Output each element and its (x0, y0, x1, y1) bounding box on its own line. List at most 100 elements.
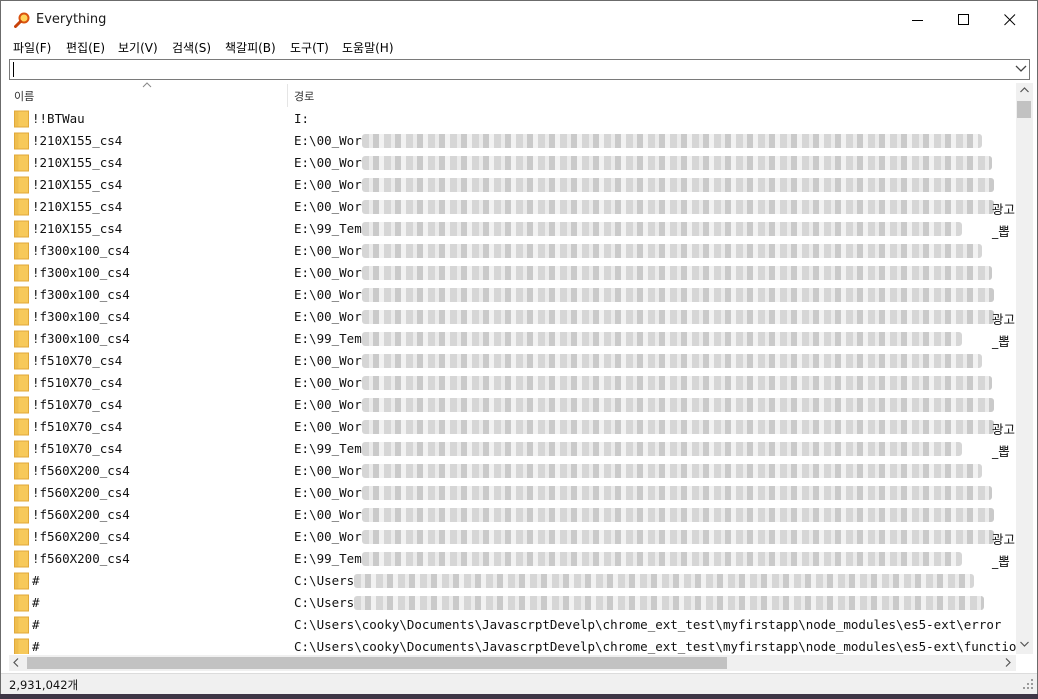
list-item[interactable]: !f510X70_cs4 E:\99_Tem _뽑 (9, 438, 1016, 460)
list-item[interactable]: !!BTWau I: (9, 108, 1016, 130)
item-name: !210X155_cs4 (32, 177, 123, 192)
list-item[interactable]: !f510X70_cs4 E:\00_Wor (9, 372, 1016, 394)
column-divider[interactable] (287, 84, 288, 107)
search-box[interactable] (9, 59, 1030, 80)
scroll-right-icon[interactable] (1005, 658, 1011, 667)
redacted-path (361, 460, 982, 482)
horizontal-scroll-thumb[interactable] (27, 657, 727, 669)
vertical-scrollbar[interactable] (1016, 83, 1033, 654)
menu-edit[interactable]: 편집(E) (66, 39, 105, 56)
folder-icon (14, 528, 29, 546)
menu-view[interactable]: 보기(V) (118, 39, 158, 56)
search-input[interactable] (10, 60, 1005, 79)
folder-icon (14, 132, 29, 150)
item-path: C:\Users\cooky\Documents\JavascrptDevelp… (294, 617, 1002, 632)
list-item[interactable]: !f560X200_cs4 E:\00_Wor (9, 482, 1016, 504)
redacted-path (361, 130, 982, 152)
item-path: C:\Users (294, 573, 355, 588)
item-path-tail: 광고 (992, 202, 1016, 217)
list-item[interactable]: # C:\Users\cooky\Documents\JavascrptDevel… (9, 636, 1016, 654)
menu-bookmarks[interactable]: 책갈피(B) (225, 39, 276, 56)
redacted-path (361, 240, 982, 262)
list-item[interactable]: !210X155_cs4 E:\00_Wor (9, 152, 1016, 174)
redacted-path (361, 438, 962, 460)
folder-icon (14, 572, 29, 590)
scroll-down-icon[interactable] (1020, 641, 1029, 647)
list-item[interactable]: !210X155_cs4 E:\99_Tem _뽑 (9, 218, 1016, 240)
vertical-scroll-thumb[interactable] (1017, 101, 1031, 118)
folder-icon (14, 374, 29, 392)
item-path-tail: _뽑 (992, 334, 1010, 349)
folder-icon (14, 220, 29, 238)
item-name: !f560X200_cs4 (32, 485, 130, 500)
list-item[interactable]: !210X155_cs4 E:\00_Wor (9, 130, 1016, 152)
item-name: !f510X70_cs4 (32, 375, 123, 390)
item-path: E:\00_Wor (294, 529, 362, 544)
item-path: E:\00_Wor (294, 397, 362, 412)
menu-tools[interactable]: 도구(T) (290, 39, 329, 56)
item-path-tail: _뽑 (992, 224, 1010, 239)
list-item[interactable]: !f560X200_cs4 E:\00_Wor 광고 (9, 526, 1016, 548)
title-bar[interactable]: Everything (1, 1, 1037, 39)
item-name: !210X155_cs4 (32, 155, 123, 170)
result-list: !!BTWau I: !210X155_cs4 E:\00_Wor !210X155_c… (9, 108, 1016, 654)
list-item[interactable]: !f300x100_cs4 E:\00_Wor (9, 240, 1016, 262)
folder-icon (14, 616, 29, 634)
minimize-button[interactable] (895, 1, 941, 39)
item-name: !f510X70_cs4 (32, 419, 123, 434)
list-item[interactable]: !f300x100_cs4 E:\00_Wor (9, 284, 1016, 306)
folder-icon (14, 198, 29, 216)
scroll-up-icon[interactable] (1020, 87, 1029, 93)
object-count: 2,931,042개 (9, 678, 79, 692)
folder-icon (14, 418, 29, 436)
text-caret (13, 62, 14, 77)
list-item[interactable]: !f300x100_cs4 E:\99_Tem _뽑 (9, 328, 1016, 350)
close-button[interactable] (987, 1, 1033, 39)
list-item[interactable]: # C:\Users (9, 570, 1016, 592)
column-header-name[interactable]: 이름 (14, 88, 34, 104)
list-item[interactable]: !f510X70_cs4 E:\00_Wor (9, 350, 1016, 372)
menu-search[interactable]: 검색(S) (172, 39, 211, 56)
scroll-left-icon[interactable] (13, 658, 19, 667)
list-item[interactable]: # C:\Users (9, 592, 1016, 614)
item-name: !f560X200_cs4 (32, 551, 130, 566)
item-name: !210X155_cs4 (32, 199, 123, 214)
item-path: E:\00_Wor (294, 463, 362, 478)
menu-help[interactable]: 도움말(H) (342, 39, 394, 56)
maximize-button[interactable] (941, 1, 987, 39)
list-item[interactable]: !f300x100_cs4 E:\00_Wor 광고 (9, 306, 1016, 328)
redacted-path (361, 328, 962, 350)
folder-icon (14, 286, 29, 304)
redacted-path (361, 526, 1016, 548)
list-item[interactable]: !210X155_cs4 E:\00_Wor (9, 174, 1016, 196)
list-item[interactable]: # C:\Users\cooky\Documents\JavascrptDevel… (9, 614, 1016, 636)
list-item[interactable]: !f560X200_cs4 E:\99_Tem _뽑 (9, 548, 1016, 570)
redacted-path (361, 372, 992, 394)
redacted-path (361, 394, 1016, 416)
list-item[interactable]: !f560X200_cs4 E:\00_Wor (9, 460, 1016, 482)
minimize-icon (912, 20, 923, 21)
list-item[interactable]: !f510X70_cs4 E:\00_Wor (9, 394, 1016, 416)
item-path: E:\99_Tem (294, 551, 362, 566)
list-item[interactable]: !f510X70_cs4 E:\00_Wor 광고 (9, 416, 1016, 438)
item-name: !f300x100_cs4 (32, 309, 130, 324)
window-title: Everything (36, 12, 107, 27)
menu-file[interactable]: 파일(F) (13, 39, 51, 56)
list-item[interactable]: !f560X200_cs4 E:\00_Wor (9, 504, 1016, 526)
column-header-path[interactable]: 경로 (294, 88, 314, 104)
list-item[interactable]: !f300x100_cs4 E:\00_Wor (9, 262, 1016, 284)
item-path: E:\00_Wor (294, 287, 362, 302)
redacted-path (361, 262, 992, 284)
folder-icon (14, 594, 29, 612)
redacted-path (361, 152, 992, 174)
list-item[interactable]: !210X155_cs4 E:\00_Wor 광고 (9, 196, 1016, 218)
resize-grip-icon[interactable] (1023, 679, 1033, 689)
app-window: Everything 파일(F) 편집(E) 보기(V) 검색(S) 책갈피(B… (0, 0, 1038, 694)
folder-icon (14, 440, 29, 458)
item-path: E:\00_Wor (294, 177, 362, 192)
redacted-path (361, 174, 1016, 196)
folder-icon (14, 352, 29, 370)
column-header-row: 이름 경로 (9, 83, 1034, 107)
chevron-down-icon[interactable] (1015, 64, 1027, 74)
item-path: E:\00_Wor (294, 309, 362, 324)
